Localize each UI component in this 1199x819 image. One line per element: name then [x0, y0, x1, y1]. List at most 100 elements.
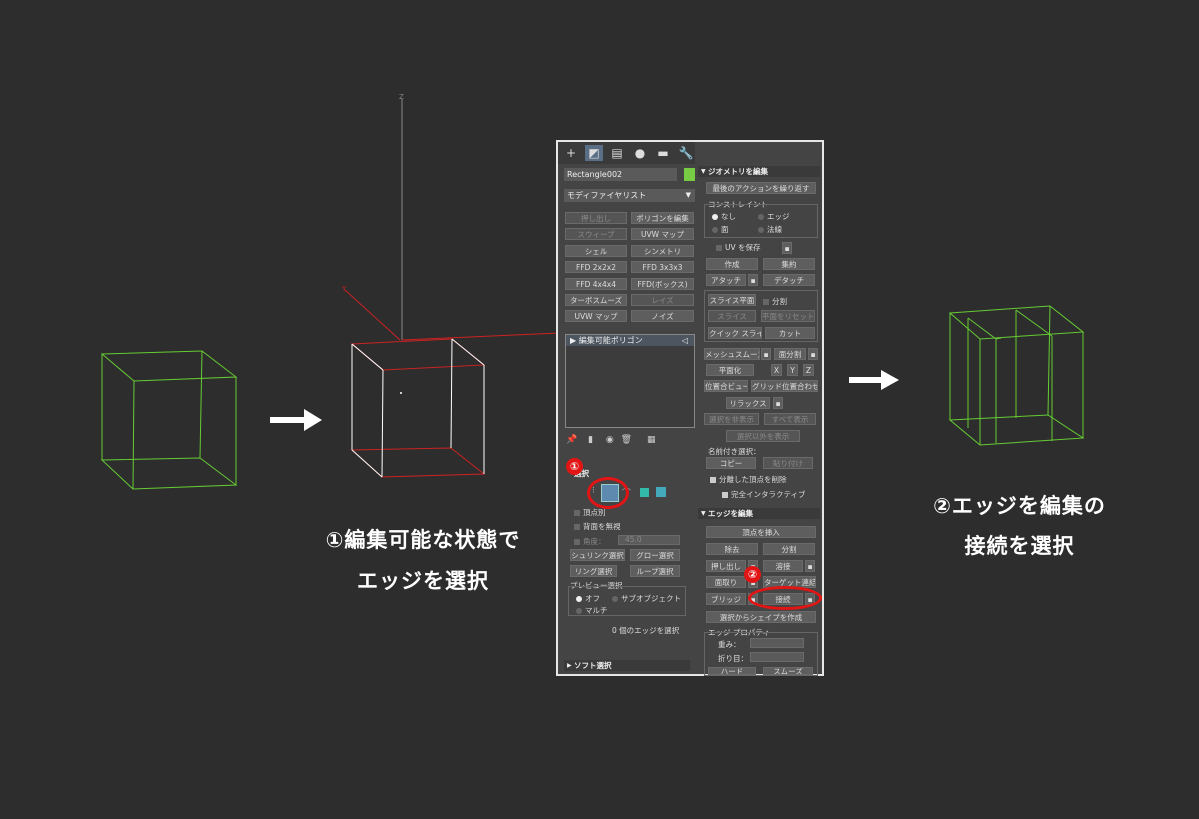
detach-button[interactable]: デタッチ [763, 274, 815, 286]
create-button[interactable]: 作成 [706, 258, 758, 270]
mod-button-shell[interactable]: シェル [565, 245, 627, 257]
repeat-last-button[interactable]: 最後のアクションを繰り返す [706, 182, 816, 194]
mod-button-sweep[interactable]: スウィープ [565, 228, 627, 240]
mod-button-ffd-box[interactable]: FFD(ボックス) [631, 278, 694, 290]
view-align-button[interactable]: 位置合ビュー [704, 380, 748, 392]
attach-button[interactable]: アタッチ [706, 274, 746, 286]
preserve-uv-settings-button[interactable]: ▪ [782, 242, 792, 254]
cut-button[interactable]: カット [765, 327, 815, 339]
by-vertex-checkbox[interactable]: 頂点別 [574, 507, 606, 518]
object-name-field[interactable]: Rectangle002 [564, 168, 677, 181]
object-color-swatch[interactable] [684, 168, 695, 181]
ring-button[interactable]: リング選択 [570, 565, 617, 577]
hierarchy-icon[interactable]: ▤ [608, 145, 626, 161]
make-planar-z-button[interactable]: Z [803, 364, 814, 376]
pin-stack-icon[interactable]: 📌 [566, 435, 577, 445]
display-icon[interactable]: ▬ [654, 145, 672, 161]
grid-align-button[interactable]: グリッド位置合わせ [751, 380, 818, 392]
expand-triangle-icon[interactable]: ▶ [570, 336, 579, 345]
make-planar-x-button[interactable]: X [771, 364, 782, 376]
motion-icon[interactable]: ● [631, 145, 649, 161]
paste-button[interactable]: 貼り付け [763, 457, 813, 469]
slice-plane-button[interactable]: スライス平面 [708, 294, 756, 306]
chamfer-button[interactable]: 面取り [706, 576, 746, 588]
tessellate-settings-button[interactable]: ▪ [808, 348, 818, 360]
hide-unselected-button[interactable]: 選択以外を表示 [726, 430, 800, 442]
configure-sets-icon[interactable]: ▦ [647, 435, 656, 445]
mod-button-extrude[interactable]: 押し出し [565, 212, 627, 224]
make-planar-button[interactable]: 平面化 [706, 364, 754, 376]
mod-button-ffd4[interactable]: FFD 4x4x4 [565, 278, 627, 290]
utilities-icon[interactable]: 🔧 [677, 145, 695, 161]
polygon-mode-icon[interactable] [640, 488, 649, 497]
mod-button-edit-poly[interactable]: ポリゴンを編集 [631, 212, 694, 224]
weight-spinner[interactable] [750, 638, 804, 648]
ignore-backfacing-checkbox[interactable]: 背面を無視 [574, 521, 621, 532]
hide-selected-button[interactable]: 選択を非表示 [704, 413, 759, 425]
remove-button[interactable]: 除去 [706, 543, 758, 555]
edit-geometry-header[interactable]: ▼ ジオメトリを編集 [698, 166, 820, 177]
meshsmooth-settings-button[interactable]: ▪ [761, 348, 771, 360]
mod-button-uvw-map[interactable]: UVW マップ [631, 228, 694, 240]
constraint-none-radio[interactable]: なし [712, 211, 736, 222]
create-shape-button[interactable]: 選択からシェイプを作成 [706, 611, 816, 623]
mod-button-ffd2[interactable]: FFD 2x2x2 [565, 261, 627, 273]
remove-modifier-icon[interactable]: 🗑 [621, 435, 632, 445]
element-mode-icon[interactable] [656, 487, 666, 497]
shrink-button[interactable]: シュリンク選択 [570, 549, 625, 561]
tessellate-button[interactable]: 面分割 [774, 348, 806, 360]
mod-button-uvw-map-2[interactable]: UVW マップ [565, 310, 627, 322]
split-button[interactable]: 分割 [763, 543, 815, 555]
modify-icon[interactable]: ◩ [585, 145, 603, 161]
preview-multi-radio[interactable]: マルチ [576, 605, 608, 616]
copy-button[interactable]: コピー [706, 457, 756, 469]
meshsmooth-button[interactable]: メッシュスムーズ [704, 348, 760, 360]
stack-item-editable-poly[interactable]: ▶ 編集可能ポリゴン ◁ [566, 335, 694, 346]
make-planar-y-button[interactable]: Y [787, 364, 798, 376]
smooth-button[interactable]: スムーズ [763, 667, 813, 675]
constraint-normal-radio[interactable]: 法線 [758, 224, 782, 235]
relax-settings-button[interactable]: ▪ [773, 397, 783, 409]
grow-button[interactable]: グロー選択 [630, 549, 680, 561]
mod-button-noise[interactable]: ノイズ [631, 310, 694, 322]
full-interactivity-checkbox[interactable]: 完全インタラクティブ [722, 489, 806, 500]
quickslice-button[interactable]: クイック スライス [708, 327, 762, 339]
modifier-list-dropdown[interactable]: モディファイヤリスト ▼ [564, 189, 695, 202]
edit-edges-header[interactable]: ▼ エッジを編集 [698, 508, 820, 519]
crease-label: 折り目： [718, 654, 748, 663]
relax-button[interactable]: リラックス [726, 397, 770, 409]
split-checkbox[interactable]: 分割 [763, 296, 787, 307]
weld-settings-button[interactable]: ▪ [805, 560, 815, 572]
selection-rollout-header[interactable]: 選択 [564, 468, 690, 479]
hard-button[interactable]: ハード [708, 667, 756, 675]
show-end-result-icon[interactable]: ▮ [588, 435, 593, 445]
preview-off-radio[interactable]: オフ [576, 593, 600, 604]
loop-button[interactable]: ループ選択 [630, 565, 680, 577]
reset-plane-button[interactable]: 平面をリセット [761, 310, 815, 322]
unhide-all-button[interactable]: すべて表示 [764, 413, 816, 425]
constraint-edge-radio[interactable]: エッジ [758, 211, 790, 222]
plus-icon[interactable]: + [562, 145, 580, 161]
preview-subobject-radio[interactable]: サブオブジェクト [612, 593, 681, 604]
bridge-button[interactable]: ブリッジ [706, 593, 746, 605]
constraint-face-radio[interactable]: 面 [712, 224, 729, 235]
collapse-button[interactable]: 集約 [763, 258, 815, 270]
insert-vertex-button[interactable]: 頂点を挿入 [706, 526, 816, 538]
delete-isolated-checkbox[interactable]: 分離した頂点を削除 [710, 474, 787, 485]
make-unique-icon[interactable]: ◉ [606, 435, 614, 445]
soft-selection-header[interactable]: ▶ ソフト選択 [564, 660, 690, 671]
selection-status: 0 個のエッジを選択 [612, 626, 680, 635]
mod-button-symmetry[interactable]: シンメトリ [631, 245, 694, 257]
preserve-uv-checkbox[interactable]: UV を保存 [716, 242, 761, 253]
slice-button[interactable]: スライス [708, 310, 756, 322]
attach-settings-button[interactable]: ▪ [748, 274, 758, 286]
panel-tabbar: + ◩ ▤ ● ▬ 🔧 [558, 142, 695, 164]
mod-button-lathe[interactable]: レイズ [631, 294, 694, 306]
crease-spinner[interactable] [750, 652, 804, 662]
angle-spinner[interactable]: 45.0 [618, 535, 680, 545]
weld-button[interactable]: 溶接 [763, 560, 803, 572]
mod-button-turbosmooth[interactable]: ターボスムーズ [565, 294, 627, 306]
chevron-down-icon: ▼ [685, 191, 691, 199]
mod-button-ffd3[interactable]: FFD 3x3x3 [631, 261, 694, 273]
extrude-button[interactable]: 押し出し [706, 560, 746, 572]
